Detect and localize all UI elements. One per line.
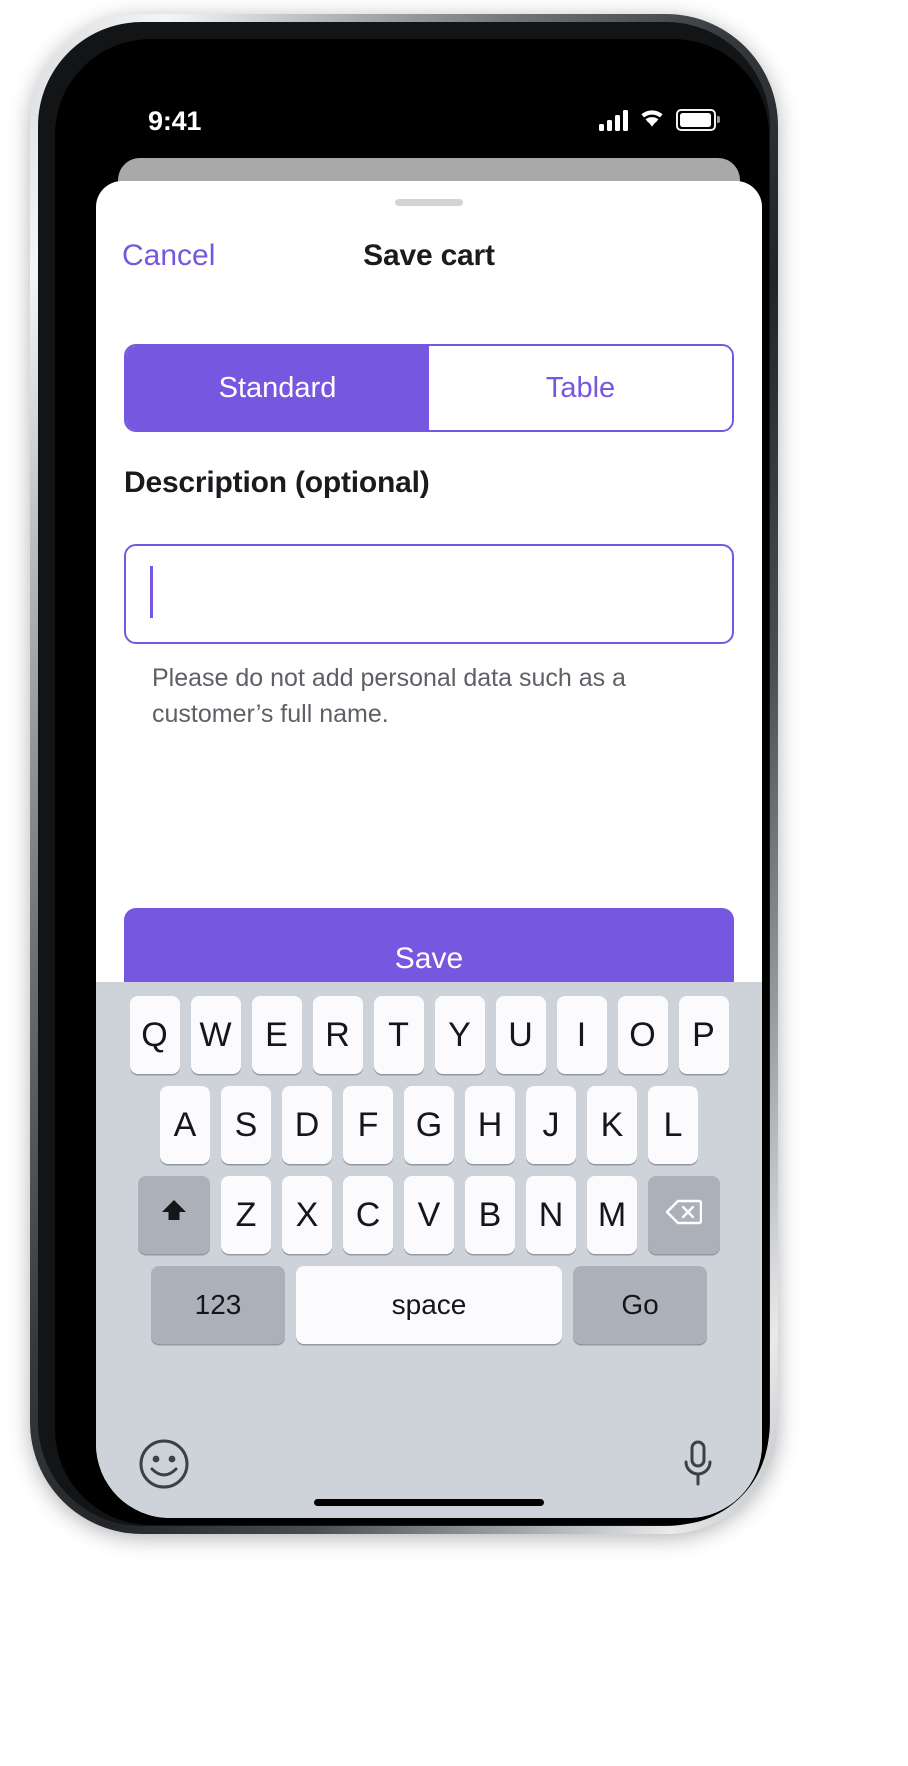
key-n[interactable]: N (526, 1176, 576, 1254)
key-w[interactable]: W (190, 996, 241, 1074)
battery-icon (676, 109, 720, 131)
key-k[interactable]: K (587, 1086, 637, 1164)
keyboard-row-2: A S D F G H J K L (96, 1086, 762, 1164)
sheet-drag-handle[interactable] (395, 199, 463, 206)
status-icons (599, 107, 720, 133)
key-j[interactable]: J (526, 1086, 576, 1164)
shift-key[interactable] (138, 1176, 210, 1254)
key-p[interactable]: P (678, 996, 729, 1074)
key-b[interactable]: B (465, 1176, 515, 1254)
microphone-icon[interactable] (678, 1438, 718, 1490)
backspace-key[interactable] (648, 1176, 720, 1254)
keyboard-bottom-bar (96, 1438, 762, 1498)
key-g[interactable]: G (404, 1086, 454, 1164)
key-q[interactable]: Q (129, 996, 180, 1074)
key-d[interactable]: D (282, 1086, 332, 1164)
numbers-key[interactable]: 123 (151, 1266, 285, 1344)
backspace-icon (665, 1196, 703, 1235)
segment-standard[interactable]: Standard (126, 346, 429, 430)
key-o[interactable]: O (617, 996, 668, 1074)
segmented-control[interactable]: Standard Table (124, 344, 734, 432)
description-label: Description (optional) (124, 466, 430, 499)
phone-screen: 9:41 Cancel Save cart Standard Table Des… (96, 80, 762, 1518)
phone-frame: 9:41 Cancel Save cart Standard Table Des… (30, 14, 778, 1534)
save-cart-modal-sheet: Cancel Save cart Standard Table Descript… (96, 181, 762, 1518)
key-z[interactable]: Z (221, 1176, 271, 1254)
key-x[interactable]: X (282, 1176, 332, 1254)
key-s[interactable]: S (221, 1086, 271, 1164)
key-v[interactable]: V (404, 1176, 454, 1254)
page-title: Save cart (363, 239, 495, 272)
phone-frame-inner: 9:41 Cancel Save cart Standard Table Des… (38, 22, 770, 1526)
key-u[interactable]: U (495, 996, 546, 1074)
keyboard-row-4: 123 space Go (96, 1266, 762, 1344)
wifi-icon (638, 107, 666, 133)
segment-table[interactable]: Table (429, 346, 732, 430)
home-indicator[interactable] (314, 1499, 544, 1506)
sheet-header: Cancel Save cart (96, 229, 762, 289)
key-m[interactable]: M (587, 1176, 637, 1254)
keyboard-row-3: Z X C V B N M (96, 1176, 762, 1254)
emoji-smiley-icon[interactable] (138, 1438, 190, 1490)
text-cursor (150, 566, 153, 618)
status-time: 9:41 (148, 106, 202, 136)
key-a[interactable]: A (160, 1086, 210, 1164)
on-screen-keyboard: Q W E R T Y U I O P A S D F G H J K L Z … (96, 982, 762, 1518)
shift-arrow-icon (159, 1196, 189, 1235)
space-key[interactable]: space (296, 1266, 562, 1344)
return-key[interactable]: Go (573, 1266, 707, 1344)
key-h[interactable]: H (465, 1086, 515, 1164)
key-c[interactable]: C (343, 1176, 393, 1254)
key-e[interactable]: E (251, 996, 302, 1074)
phone-bezel: 9:41 Cancel Save cart Standard Table Des… (55, 39, 769, 1525)
key-t[interactable]: T (373, 996, 424, 1074)
keyboard-row-1: Q W E R T Y U I O P (96, 996, 762, 1074)
key-i[interactable]: I (556, 996, 607, 1074)
description-input[interactable] (124, 544, 734, 644)
key-l[interactable]: L (648, 1086, 698, 1164)
key-y[interactable]: Y (434, 996, 485, 1074)
helper-text: Please do not add personal data such as … (152, 664, 626, 728)
key-r[interactable]: R (312, 996, 363, 1074)
status-bar: 9:41 (96, 80, 762, 158)
key-f[interactable]: F (343, 1086, 393, 1164)
signal-bars-icon (599, 109, 628, 131)
